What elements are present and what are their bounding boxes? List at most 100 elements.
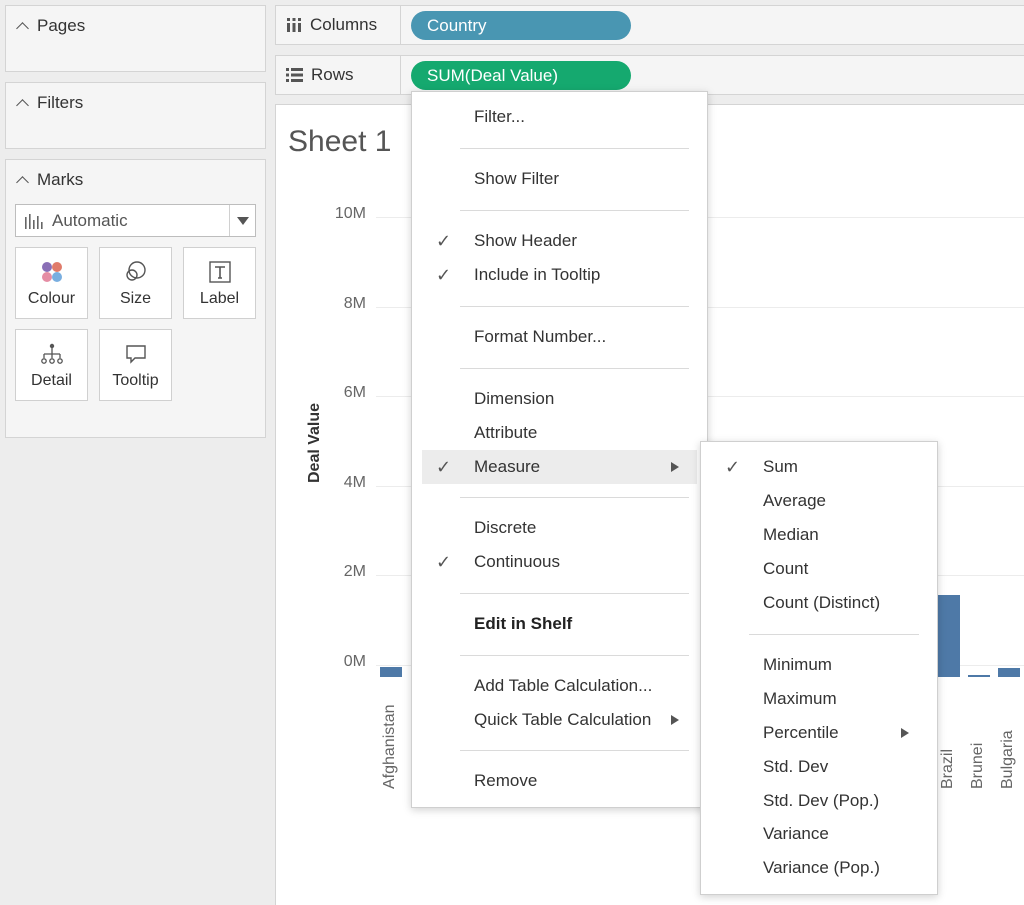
dropdown-arrow[interactable] (229, 205, 255, 236)
submenu-item-label: Variance (763, 824, 829, 843)
pill-context-menu: Filter... Show Filter ✓ Show Header ✓ Include… (411, 91, 708, 808)
menu-item-label: Quick Table Calculation (474, 710, 652, 729)
mark-type-dropdown[interactable]: Automatic (15, 204, 256, 237)
submenu-item-label: Std. Dev (Pop.) (763, 791, 880, 810)
menu-item-measure[interactable]: ✓ Measure (422, 450, 697, 484)
size-label: Size (119, 290, 152, 307)
bar-bulgaria[interactable] (998, 668, 1020, 677)
pages-card: Pages (5, 5, 266, 72)
bar-brazil[interactable] (938, 595, 960, 677)
menu-item-continuous[interactable]: ✓ Continuous (412, 545, 707, 579)
submenu-item-median[interactable]: Median (701, 518, 937, 552)
menu-item-show-filter[interactable]: Show Filter (412, 162, 707, 196)
tooltip-button[interactable]: Tooltip (99, 329, 172, 401)
menu-separator (460, 148, 689, 149)
menu-item-label: Discrete (474, 518, 537, 537)
menu-separator (460, 750, 689, 751)
menu-item-label: Show Header (474, 231, 578, 250)
submenu-item-label: Average (763, 491, 827, 510)
filters-card: Filters (5, 82, 266, 149)
mark-type-label: Automatic (52, 210, 128, 230)
menu-item-attribute[interactable]: Attribute (412, 416, 707, 450)
x-tick-label: Afghanistan (381, 704, 398, 789)
bar-chart-icon (25, 213, 43, 229)
menu-item-remove[interactable]: Remove (412, 764, 707, 798)
x-tick-label: Brazil (939, 748, 956, 789)
submenu-item-label: Minimum (763, 655, 832, 674)
collapse-caret-icon (16, 21, 29, 35)
menu-separator (460, 497, 689, 498)
submenu-item-count[interactable]: Count (701, 552, 937, 586)
chevron-down-icon (236, 216, 249, 225)
measure-submenu: ✓ Sum Average Median Count Count (Distinct) Mi… (700, 441, 938, 895)
menu-separator (749, 634, 919, 635)
menu-item-dimension[interactable]: Dimension (412, 382, 707, 416)
menu-item-discrete[interactable]: Discrete (412, 511, 707, 545)
submenu-item-percentile[interactable]: Percentile (701, 716, 937, 750)
colour-icon (41, 262, 62, 282)
label-button[interactable]: Label (183, 247, 256, 319)
size-icon (125, 261, 146, 281)
y-tick-label: 10M (334, 205, 366, 222)
submenu-item-count-distinct[interactable]: Count (Distinct) (701, 586, 937, 620)
menu-item-label: Format Number... (474, 327, 607, 346)
submenu-item-minimum[interactable]: Minimum (701, 648, 937, 682)
submenu-item-label: Count (763, 559, 809, 578)
x-tick-label: Brunei (969, 742, 986, 789)
country-pill[interactable]: Country (411, 11, 631, 40)
menu-separator (460, 210, 689, 211)
y-tick-label: 4M (343, 473, 366, 491)
menu-item-include-in-tooltip[interactable]: ✓ Include in Tooltip (412, 258, 707, 292)
menu-item-edit-in-shelf[interactable]: Edit in Shelf (412, 607, 707, 641)
menu-item-label: Remove (474, 771, 538, 790)
collapse-caret-icon (16, 98, 29, 112)
menu-item-label: Filter... (474, 107, 526, 126)
menu-item-add-table-calculation[interactable]: Add Table Calculation... (412, 669, 707, 703)
menu-item-label: Measure (474, 457, 541, 476)
pages-header[interactable]: Pages (16, 16, 85, 36)
submenu-item-maximum[interactable]: Maximum (701, 682, 937, 716)
submenu-item-std-dev-pop[interactable]: Std. Dev (Pop.) (701, 784, 937, 818)
menu-item-quick-table-calculation[interactable]: Quick Table Calculation (412, 703, 707, 737)
submenu-item-variance-pop[interactable]: Variance (Pop.) (701, 851, 937, 885)
checkmark-icon: ✓ (436, 264, 452, 285)
submenu-arrow-icon (671, 462, 679, 472)
submenu-item-label: Count (Distinct) (763, 593, 881, 612)
submenu-item-variance[interactable]: Variance (701, 817, 937, 851)
submenu-item-sum[interactable]: ✓ Sum (701, 450, 937, 484)
checkmark-icon: ✓ (436, 456, 452, 477)
menu-separator (460, 655, 689, 656)
submenu-item-label: Sum (763, 457, 798, 476)
menu-item-label: Include in Tooltip (474, 265, 601, 284)
checkmark-icon: ✓ (436, 551, 452, 572)
sum-deal-value-pill[interactable]: SUM(Deal Value) (411, 61, 631, 90)
menu-separator (460, 593, 689, 594)
rows-icon (286, 68, 303, 82)
marks-card: Marks Automatic Colour Size Label Detail… (5, 159, 266, 438)
menu-separator (460, 306, 689, 307)
size-button[interactable]: Size (99, 247, 172, 319)
bar-afghanistan[interactable] (380, 666, 402, 677)
columns-shelf[interactable]: Columns Country (275, 5, 1024, 45)
y-tick-label: 2M (343, 563, 366, 581)
menu-item-label: Continuous (474, 552, 561, 571)
menu-item-format-number[interactable]: Format Number... (412, 320, 707, 354)
colour-button[interactable]: Colour (15, 247, 88, 319)
detail-button[interactable]: Detail (15, 329, 88, 401)
submenu-item-std-dev[interactable]: Std. Dev (701, 750, 937, 784)
menu-item-show-header[interactable]: ✓ Show Header (412, 224, 707, 258)
filters-header[interactable]: Filters (16, 93, 83, 113)
marks-header[interactable]: Marks (16, 170, 83, 190)
y-tick-label: 6M (343, 384, 366, 402)
y-tick-label: 0M (343, 653, 366, 670)
submenu-item-average[interactable]: Average (701, 484, 937, 518)
menu-item-filter[interactable]: Filter... (412, 100, 707, 134)
bar-brunei[interactable] (968, 675, 990, 677)
colour-label: Colour (27, 290, 76, 307)
rows-label: Rows (311, 65, 354, 84)
columns-label: Columns (310, 15, 378, 34)
columns-shelf-label: Columns (276, 6, 401, 44)
submenu-arrow-icon (901, 728, 909, 738)
rows-shelf[interactable]: Rows SUM(Deal Value) (275, 55, 1024, 95)
menu-item-label: Edit in Shelf (474, 614, 573, 633)
